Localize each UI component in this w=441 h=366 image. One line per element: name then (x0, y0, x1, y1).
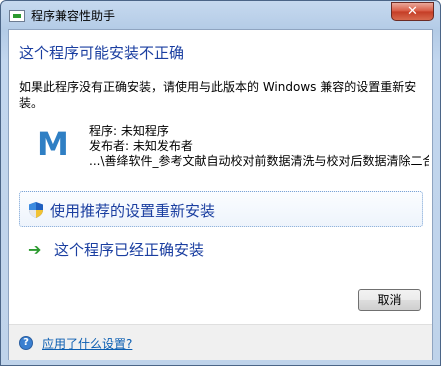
installed-option-label: 这个程序已经正确安装 (54, 241, 205, 259)
reinstall-recommended-option[interactable]: 使用推荐的设置重新安装 (19, 191, 423, 227)
window-title: 程序兼容性助手 (31, 9, 116, 23)
dialog-heading: 这个程序可能安装不正确 (19, 44, 185, 62)
close-button[interactable]: ✕ (391, 2, 434, 21)
program-icon: M (37, 125, 69, 163)
cancel-button[interactable]: 取消 (358, 289, 421, 311)
dialog-footer: ? 应用了什么设置? (9, 324, 432, 360)
installed-correctly-option[interactable]: ➔ 这个程序已经正确安装 (19, 231, 423, 267)
publisher-name: 发布者: 未知发布者 (89, 139, 193, 153)
program-info: 程序: 未知程序 发布者: 未知发布者 ...\善绛软件_参考文献自动校对前数据… (89, 124, 429, 169)
dialog-content: 这个程序可能安装不正确 如果此程序没有正确安装，请使用与此版本的 Windows… (8, 29, 433, 360)
app-icon (9, 10, 25, 22)
help-icon: ? (19, 336, 33, 350)
dialog-message: 如果此程序没有正确安装，请使用与此版本的 Windows 兼容的设置重新安装。 (19, 80, 417, 110)
reinstall-option-label: 使用推荐的设置重新安装 (50, 202, 216, 220)
shield-icon (29, 202, 43, 218)
program-path: ...\善绛软件_参考文献自动校对前数据清洗与校对后数据清除二合一 (89, 154, 429, 168)
settings-applied-link[interactable]: 应用了什么设置? (42, 335, 132, 352)
title-bar[interactable]: 程序兼容性助手 ✕ (1, 1, 440, 29)
compatibility-assistant-window: 程序兼容性助手 ✕ 这个程序可能安装不正确 如果此程序没有正确安装，请使用与此版… (0, 0, 441, 366)
green-arrow-icon: ➔ (28, 240, 42, 259)
program-name: 程序: 未知程序 (89, 124, 169, 138)
